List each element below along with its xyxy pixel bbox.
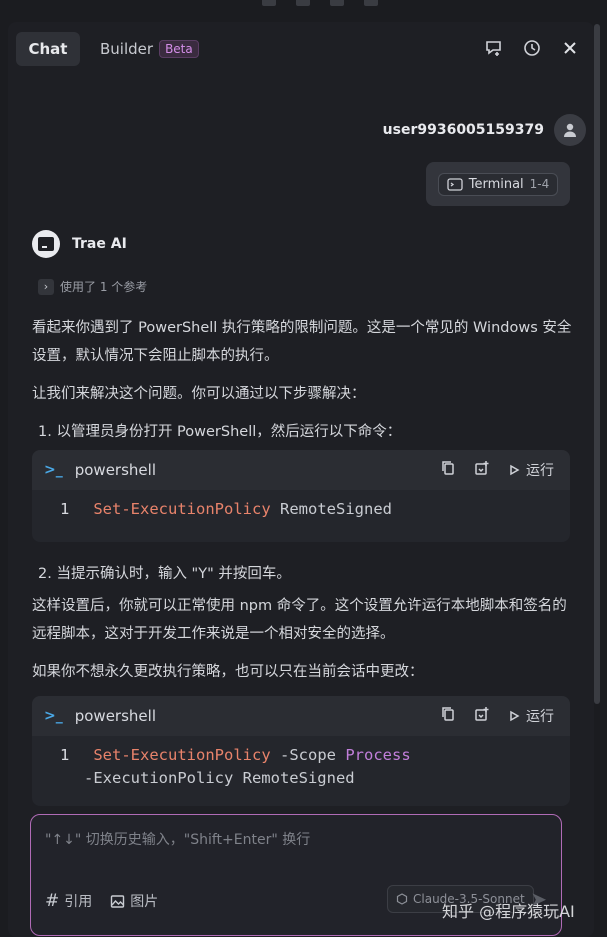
insert-icon[interactable] — [474, 460, 490, 480]
step-item: 2. 当提示确认时，输入 "Y" 并按回车。 — [38, 566, 291, 582]
code-argument: RemoteSigned — [280, 500, 392, 518]
powershell-icon: >_ — [44, 708, 63, 724]
chip-label: Terminal — [468, 176, 524, 192]
line-number: 1 — [60, 500, 70, 518]
play-icon — [510, 464, 520, 476]
tab-builder[interactable]: Builder Beta — [100, 32, 199, 66]
beta-badge: Beta — [159, 40, 199, 58]
terminal-icon — [447, 177, 463, 191]
trae-logo-icon — [32, 230, 60, 258]
image-icon — [111, 894, 125, 908]
run-label: 运行 — [526, 463, 554, 479]
assistant-name: Trae AI — [72, 236, 127, 252]
code-header: >_ powershell 运行 — [32, 696, 570, 736]
user-header: user9936005159379 — [383, 114, 586, 146]
tab-bar: Chat Builder Beta — [16, 32, 586, 68]
message-paragraph: 这样设置后，你就可以正常使用 npm 命令了。这个设置允许运行本地脚本和签名的远… — [32, 598, 567, 642]
insert-icon[interactable] — [474, 706, 490, 726]
user-message-bubble: Terminal 1-4 — [426, 162, 570, 206]
code-language: powershell — [74, 461, 156, 479]
references-toggle[interactable]: › 使用了 1 个参考 — [38, 278, 147, 295]
tab-chat[interactable]: Chat — [16, 32, 80, 66]
code-header: >_ powershell 运行 — [32, 450, 570, 490]
close-icon[interactable] — [558, 36, 582, 60]
code-block: >_ powershell 运行 1 Set-ExecutionPolicy -… — [32, 696, 570, 806]
avatar-icon — [554, 114, 586, 146]
tab-builder-label: Builder — [100, 40, 154, 58]
code-command: Set-ExecutionPolicy — [93, 500, 271, 518]
image-button[interactable]: 图片 — [110, 891, 158, 911]
hash-icon: # — [45, 891, 60, 911]
run-label: 运行 — [526, 709, 554, 725]
code-argument: -ExecutionPolicy RemoteSigned — [84, 769, 355, 787]
code-argument: -Scope — [280, 746, 336, 764]
watermark: 知乎 @程序猿玩AI — [442, 902, 575, 921]
message-paragraph: 如果你不想永久更改执行策略，也可以只在当前会话中更改： — [32, 664, 424, 680]
code-block: >_ powershell 运行 1 Set-ExecutionPolicy R… — [32, 450, 570, 542]
code-content: 1 Set-ExecutionPolicy RemoteSigned — [32, 490, 570, 521]
play-icon — [510, 710, 520, 722]
reference-button[interactable]: # 引用 — [45, 891, 92, 911]
toolbar-dots — [262, 0, 378, 6]
new-chat-icon[interactable] — [482, 36, 506, 60]
run-button[interactable]: 运行 — [508, 706, 554, 726]
code-content: 1 Set-ExecutionPolicy -Scope Process -Ex… — [32, 736, 570, 790]
cube-icon — [396, 893, 408, 905]
code-command: Set-ExecutionPolicy — [93, 746, 271, 764]
line-number: 1 — [60, 746, 70, 764]
message-paragraph: 让我们来解决这个问题。你可以通过以下步骤解决： — [32, 386, 366, 402]
run-button[interactable]: 运行 — [508, 460, 554, 480]
scrollbar[interactable] — [594, 24, 600, 704]
assistant-header: Trae AI — [32, 230, 127, 258]
copy-icon[interactable] — [440, 460, 456, 480]
message-paragraph: 看起来你遇到了 PowerShell 执行策略的限制问题。这是一个常见的 Win… — [32, 320, 572, 364]
copy-icon[interactable] — [440, 706, 456, 726]
chevron-right-icon: › — [38, 278, 54, 295]
references-label: 使用了 1 个参考 — [60, 280, 148, 294]
input-placeholder: "↑↓" 切换历史输入，"Shift+Enter" 换行 — [45, 832, 311, 848]
chat-panel: Chat Builder Beta user9936005159379 Term… — [8, 22, 594, 937]
user-name: user9936005159379 — [382, 122, 544, 138]
image-label: 图片 — [130, 894, 159, 910]
terminal-context-chip[interactable]: Terminal 1-4 — [437, 172, 559, 196]
history-icon[interactable] — [520, 36, 544, 60]
powershell-icon: >_ — [44, 462, 63, 478]
window-top-strip — [0, 0, 607, 14]
reference-label: 引用 — [64, 894, 93, 910]
code-argument: Process — [345, 746, 411, 764]
code-language: powershell — [74, 707, 156, 725]
step-item: 1. 以管理员身份打开 PowerShell，然后运行以下命令： — [38, 424, 402, 440]
chip-range: 1-4 — [529, 177, 550, 191]
